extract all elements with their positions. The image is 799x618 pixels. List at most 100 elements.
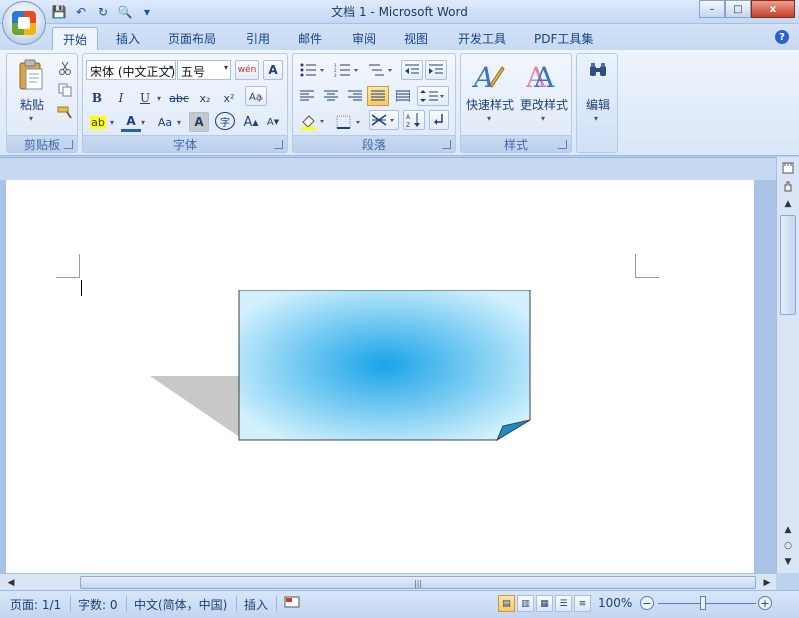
paste-icon[interactable] (15, 58, 47, 94)
clipboard-dialog-launcher[interactable] (64, 140, 73, 149)
font-color-dropdown-icon[interactable]: ▾ (141, 118, 145, 127)
justify-icon[interactable] (367, 86, 389, 106)
vertical-scroll-thumb[interactable] (780, 215, 796, 315)
quick-styles-icon[interactable]: A (471, 58, 507, 94)
align-center-icon[interactable] (321, 86, 341, 106)
change-case-dropdown-icon[interactable]: ▾ (177, 118, 181, 127)
font-size-select[interactable]: 五号 ▾ (177, 60, 231, 80)
change-styles-button[interactable]: 更改样式 (517, 96, 571, 113)
next-page-icon[interactable]: ▼ (780, 555, 796, 569)
help-icon[interactable]: ? (775, 30, 789, 44)
font-dialog-launcher[interactable] (274, 140, 283, 149)
clear-formatting-icon[interactable]: Aa (245, 86, 267, 106)
full-screen-reading-view-icon[interactable]: ▥ (517, 595, 534, 612)
enclose-characters-button[interactable]: 字 (215, 112, 235, 130)
tab-review[interactable]: 审阅 (342, 27, 386, 50)
font-color-button[interactable]: A (121, 112, 141, 132)
document-page[interactable] (6, 180, 754, 574)
shrink-font-button[interactable]: A ▼ (263, 112, 283, 132)
phonetic-guide-button[interactable]: wén (235, 60, 259, 80)
maximize-button[interactable]: □ (725, 0, 751, 18)
view-ruler-icon[interactable] (780, 161, 796, 175)
tab-developer[interactable]: 开发工具 (448, 27, 516, 50)
character-border-button[interactable]: A (263, 60, 283, 80)
align-right-icon[interactable] (345, 86, 365, 106)
change-styles-dropdown-icon[interactable]: ▾ (541, 114, 545, 123)
highlight-dropdown-icon[interactable]: ▾ (110, 118, 114, 127)
multilevel-list-icon[interactable] (365, 60, 397, 80)
strikethrough-button[interactable]: abc (169, 88, 189, 108)
language-indicator[interactable]: 中文(简体，中国) (134, 596, 227, 613)
paste-button[interactable]: 粘贴 (15, 96, 49, 113)
zoom-level[interactable]: 100% (598, 596, 632, 610)
horizontal-scroll-thumb[interactable]: ||| (80, 576, 756, 589)
font-name-select[interactable]: 宋体 (中文正文) ▾ (86, 60, 176, 80)
distributed-icon[interactable] (393, 86, 413, 106)
align-left-icon[interactable] (297, 86, 317, 106)
close-button[interactable]: x (751, 0, 795, 18)
outline-view-icon[interactable]: ☰ (555, 595, 572, 612)
character-shading-button[interactable]: A (189, 112, 209, 132)
show-marks-icon[interactable] (429, 110, 449, 130)
paste-dropdown-icon[interactable]: ▾ (29, 114, 33, 123)
vertical-scrollbar[interactable]: ▲ ▲ ○ ▼ (776, 157, 799, 573)
zoom-in-button[interactable]: + (758, 596, 772, 610)
line-spacing-icon[interactable] (417, 86, 449, 106)
folded-corner-shape[interactable] (146, 290, 546, 450)
decrease-indent-icon[interactable] (401, 60, 423, 80)
print-layout-view-icon[interactable]: ▤ (498, 595, 515, 612)
quick-styles-button[interactable]: 快速样式 (463, 96, 517, 113)
hand-tool-icon[interactable] (780, 179, 796, 193)
zoom-out-button[interactable]: − (640, 596, 654, 610)
editing-button[interactable]: 编辑 (579, 96, 617, 113)
chinese-layout-icon[interactable] (369, 110, 399, 130)
zoom-slider-track[interactable] (658, 603, 756, 604)
insert-mode-indicator[interactable]: 插入 (244, 596, 268, 613)
italic-button[interactable]: I (111, 88, 131, 108)
tab-references[interactable]: 引用 (236, 27, 280, 50)
tab-pdf-tools[interactable]: PDF工具集 (524, 27, 603, 50)
previous-page-icon[interactable]: ▲ (780, 523, 796, 537)
change-styles-icon[interactable]: AA (525, 58, 561, 94)
zoom-slider-thumb[interactable] (700, 596, 706, 610)
scroll-left-icon[interactable]: ◀ (4, 576, 18, 589)
change-case-button[interactable]: Aa (153, 112, 177, 132)
minimize-button[interactable]: – (699, 0, 725, 18)
subscript-button[interactable]: x₂ (195, 88, 215, 108)
draft-view-icon[interactable]: ≡ (574, 595, 591, 612)
scroll-right-icon[interactable]: ▶ (760, 576, 774, 589)
superscript-button[interactable]: x² (219, 88, 239, 108)
paragraph-dialog-launcher[interactable] (442, 140, 451, 149)
tab-insert[interactable]: 插入 (106, 27, 150, 50)
editing-dropdown-icon[interactable]: ▾ (594, 114, 598, 123)
horizontal-scrollbar[interactable]: ◀ ||| ▶ (0, 573, 776, 590)
grow-font-button[interactable]: A ▲ (241, 112, 261, 132)
find-binoculars-icon[interactable] (586, 60, 610, 80)
page-count[interactable]: 页面: 1/1 (10, 596, 61, 613)
styles-dialog-launcher[interactable] (558, 140, 567, 149)
cut-icon[interactable] (55, 58, 75, 78)
highlight-button[interactable]: ab (87, 112, 109, 132)
bullets-icon[interactable] (297, 60, 329, 80)
tab-home[interactable]: 开始 (52, 27, 99, 50)
underline-dropdown-icon[interactable]: ▾ (157, 94, 161, 103)
underline-button[interactable]: U (135, 88, 155, 108)
office-button[interactable] (2, 1, 46, 45)
tab-mailings[interactable]: 邮件 (288, 27, 332, 50)
borders-icon[interactable] (333, 112, 365, 132)
bold-button[interactable]: B (87, 88, 107, 108)
format-painter-icon[interactable] (55, 102, 75, 122)
quick-styles-dropdown-icon[interactable]: ▾ (487, 114, 491, 123)
tab-page-layout[interactable]: 页面布局 (158, 27, 226, 50)
sort-icon[interactable]: AZ (403, 110, 425, 130)
shading-icon[interactable] (297, 112, 329, 132)
word-count[interactable]: 字数: 0 (78, 596, 118, 613)
copy-icon[interactable] (55, 80, 75, 100)
numbering-icon[interactable]: 123 (331, 60, 363, 80)
select-browse-object-icon[interactable]: ○ (780, 539, 796, 553)
web-layout-view-icon[interactable]: ▦ (536, 595, 553, 612)
scroll-up-icon[interactable]: ▲ (780, 197, 796, 211)
increase-indent-icon[interactable] (425, 60, 447, 80)
macro-record-icon[interactable] (284, 595, 300, 612)
tab-view[interactable]: 视图 (394, 27, 438, 50)
